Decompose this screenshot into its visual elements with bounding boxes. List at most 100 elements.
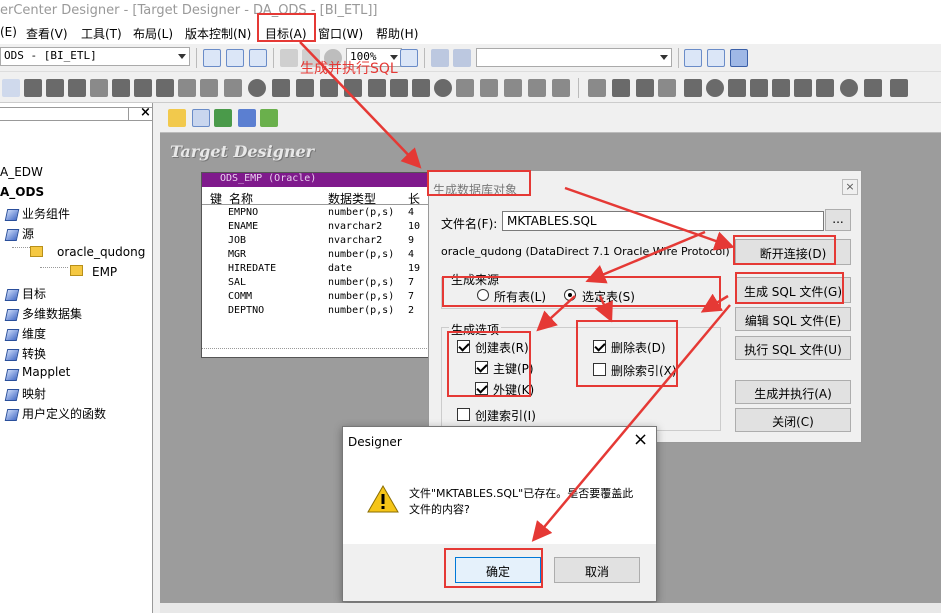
rank-icon[interactable]	[178, 79, 196, 97]
filter-icon[interactable]	[112, 79, 130, 97]
tree-targets[interactable]: 目标	[22, 285, 46, 302]
menu-edit[interactable]: (E)	[0, 25, 17, 39]
import-from-database-icon[interactable]	[168, 109, 186, 127]
pointer-icon[interactable]	[2, 79, 20, 97]
tree-business-components[interactable]: 业务组件	[22, 205, 70, 222]
fit-window-icon[interactable]	[400, 49, 418, 67]
stored-procedure-icon[interactable]	[390, 79, 408, 97]
tree-sources[interactable]: 源	[22, 225, 34, 242]
navigator-window-icon[interactable]	[203, 49, 221, 67]
table-row[interactable]: SALnumber(p,s)7	[202, 277, 434, 291]
target-table-ods-emp[interactable]: ODS_EMP (Oracle) 键 名称 数据类型 长 EMPNOnumber…	[201, 172, 436, 358]
sequence-generator-icon[interactable]	[412, 79, 430, 97]
python-icon[interactable]	[224, 79, 242, 97]
radio-all-tables[interactable]	[477, 289, 489, 301]
close-button[interactable]: 关闭(C)	[735, 408, 851, 432]
horizontal-scrollbar[interactable]	[160, 603, 941, 613]
create-table-checkbox[interactable]	[457, 340, 470, 353]
menu-tools[interactable]: 工具(T)	[81, 25, 122, 42]
primary-key-checkbox[interactable]	[475, 361, 488, 374]
menu-version-control[interactable]: 版本控制(N)	[185, 25, 251, 42]
zoom-in-icon[interactable]	[280, 49, 298, 67]
cancel-button[interactable]: 取消	[554, 557, 640, 583]
arrange-icon[interactable]	[684, 49, 702, 67]
drop-index-checkbox[interactable]	[593, 363, 606, 376]
tree-mappings[interactable]: 映射	[22, 385, 46, 402]
update-strategy-icon[interactable]	[344, 79, 362, 97]
aggregator-icon[interactable]	[134, 79, 152, 97]
table-resize-edge[interactable]	[202, 348, 435, 357]
repository-combo[interactable]: ODS - [BI_ETL]	[0, 47, 190, 66]
xml-generator-icon[interactable]	[816, 79, 834, 97]
sorter-icon[interactable]	[296, 79, 314, 97]
external-procedure-icon[interactable]	[434, 79, 452, 97]
unstructured-icon[interactable]	[684, 79, 702, 97]
tree-source-oracle-qudong[interactable]: oracle_qudong	[57, 245, 145, 259]
target-definition-icon[interactable]	[864, 79, 882, 97]
close-icon[interactable]: ×	[842, 179, 858, 195]
xml-source-icon[interactable]	[480, 79, 498, 97]
drop-table-checkbox[interactable]	[593, 340, 606, 353]
pin-icon[interactable]	[128, 107, 138, 121]
mapplet-icon[interactable]	[612, 79, 630, 97]
sql-icon[interactable]	[456, 79, 474, 97]
menu-target[interactable]: 目标(A)	[265, 25, 307, 42]
disconnect-button[interactable]: 断开连接(D)	[735, 239, 851, 265]
table-row[interactable]: MGRnumber(p,s)4	[202, 249, 434, 263]
menu-view[interactable]: 查看(V)	[26, 25, 68, 42]
find-combo[interactable]	[476, 48, 672, 67]
create-dimension-icon[interactable]	[238, 109, 256, 127]
close-icon[interactable]: ×	[633, 431, 648, 449]
radio-selected-tables[interactable]	[564, 289, 576, 301]
source-qualifier-icon[interactable]	[24, 79, 42, 97]
filename-input[interactable]: MKTABLES.SQL	[502, 211, 824, 231]
table-row[interactable]: EMPNOnumber(p,s)4	[202, 207, 434, 221]
close-icon[interactable]: ×	[140, 105, 151, 120]
generate-and-execute-button[interactable]: 生成并执行(A)	[735, 380, 851, 404]
browse-button[interactable]: ...	[825, 209, 851, 231]
execute-sql-file-button[interactable]: 执行 SQL 文件(U)	[735, 336, 851, 360]
sql-transform-icon[interactable]	[658, 79, 676, 97]
ok-button[interactable]: 确定	[455, 557, 541, 583]
http-icon[interactable]	[750, 79, 768, 97]
web-service-icon[interactable]	[706, 79, 724, 97]
joiner-icon[interactable]	[272, 79, 290, 97]
source-definition-icon[interactable]	[890, 79, 908, 97]
arrange-iconic-icon[interactable]	[707, 49, 725, 67]
transaction-control-icon[interactable]	[368, 79, 386, 97]
find-next-icon[interactable]	[453, 49, 471, 67]
lookup-icon[interactable]	[156, 79, 174, 97]
java-icon[interactable]	[772, 79, 790, 97]
cdc-icon[interactable]	[588, 79, 606, 97]
expression-icon[interactable]	[90, 79, 108, 97]
foreign-key-checkbox[interactable]	[475, 382, 488, 395]
table-row[interactable]: COMMnumber(p,s)7	[202, 291, 434, 305]
amg-source-icon[interactable]	[552, 79, 570, 97]
arrange-all-icon[interactable]	[730, 49, 748, 67]
tree-user-defined-functions[interactable]: 用户定义的函数	[22, 405, 106, 422]
menu-layout[interactable]: 布局(L)	[133, 25, 173, 42]
procedure-icon[interactable]	[200, 79, 218, 97]
table-row[interactable]: ENAMEnvarchar210	[202, 221, 434, 235]
menu-window[interactable]: 窗口(W)	[318, 25, 363, 42]
find-icon[interactable]	[431, 49, 449, 67]
create-target-icon[interactable]	[192, 109, 210, 127]
sequence-icon[interactable]	[320, 79, 338, 97]
tree-mapplets[interactable]: Mapplet	[22, 365, 70, 379]
generate-sql-file-button[interactable]: 生成 SQL 文件(G)	[735, 277, 851, 303]
normalizer-icon[interactable]	[46, 79, 64, 97]
identity-icon[interactable]	[728, 79, 746, 97]
create-cube-icon[interactable]	[214, 109, 232, 127]
mq-source-icon[interactable]	[528, 79, 546, 97]
overview-window-icon[interactable]	[249, 49, 267, 67]
table-row[interactable]: DEPTNOnumber(p,s)2	[202, 305, 434, 319]
menu-help[interactable]: 帮助(H)	[376, 25, 418, 42]
app-source-icon[interactable]	[504, 79, 522, 97]
tree-transformations[interactable]: 转换	[22, 345, 46, 362]
custom-icon[interactable]	[840, 79, 858, 97]
tree-source-emp[interactable]: EMP	[92, 265, 117, 279]
router-icon[interactable]	[248, 79, 266, 97]
tree-folder-edw[interactable]: A_EDW	[0, 165, 43, 179]
create-index-checkbox[interactable]	[457, 408, 470, 421]
output-window-icon[interactable]	[226, 49, 244, 67]
